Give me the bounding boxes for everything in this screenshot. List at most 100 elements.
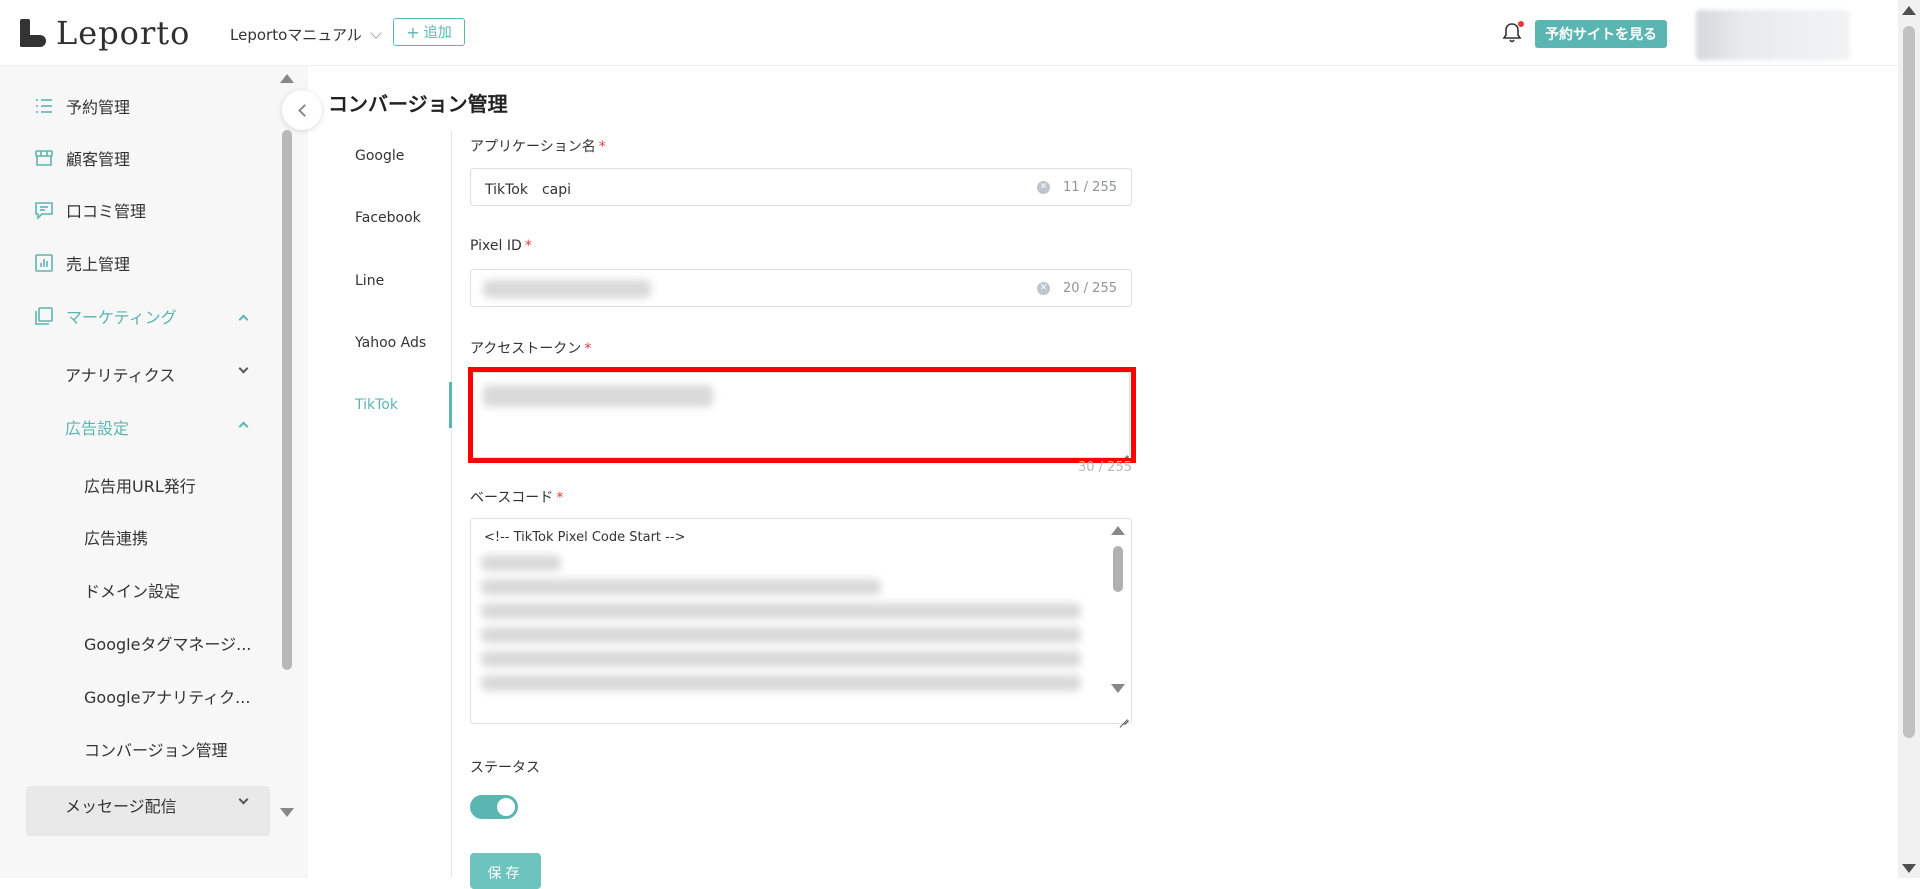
app-name-value: TikTok capi xyxy=(485,182,572,198)
scroll-up-arrow-icon[interactable] xyxy=(1902,6,1916,15)
highlight-box xyxy=(468,367,1136,463)
plus-icon: + xyxy=(406,22,420,42)
sidebar-item-label: アナリティクス xyxy=(65,366,176,385)
app-name-label: アプリケーション名 * xyxy=(470,139,606,155)
chart-icon xyxy=(35,254,53,272)
sidebar-item-label: メッセージ配信 xyxy=(65,797,177,816)
store-icon xyxy=(35,150,53,166)
sidebar-item-customers[interactable]: 顧客管理 xyxy=(34,146,130,170)
sidebar-item-ad-integration[interactable]: 広告連携 xyxy=(84,525,148,549)
resize-handle-icon[interactable] xyxy=(1119,711,1129,721)
redacted-code xyxy=(481,579,881,595)
sidebar: 予約管理 顧客管理 口コミ管理 売上管理 マーケティング アナリティクス 広告設… xyxy=(0,66,308,878)
sidebar-item-label: 口コミ管理 xyxy=(66,202,147,221)
required-mark: * xyxy=(598,139,606,155)
tab-facebook[interactable]: Facebook xyxy=(355,210,421,226)
tab-tiktok[interactable]: TikTok xyxy=(355,397,398,413)
marketing-icon xyxy=(35,307,53,325)
comment-icon xyxy=(35,202,53,220)
page-scrollbar[interactable] xyxy=(1898,0,1920,878)
site-selector[interactable]: Leportoマニュアル xyxy=(230,24,382,45)
required-mark: * xyxy=(524,238,532,254)
status-toggle[interactable] xyxy=(470,795,518,819)
sidebar-item-label: マーケティング xyxy=(66,308,177,327)
sidebar-item-label: 予約管理 xyxy=(66,98,131,117)
char-count: 30 / 255 xyxy=(1078,460,1132,475)
page-title: コンバージョン管理 xyxy=(328,92,508,116)
sidebar-item-ad-url[interactable]: 広告用URL発行 xyxy=(84,473,196,497)
sidebar-item-reservations[interactable]: 予約管理 xyxy=(34,94,130,118)
app-name-input[interactable]: TikTok capi ✕ 11 / 255 xyxy=(470,168,1132,206)
add-button-label: 追加 xyxy=(423,25,452,41)
pixel-id-input[interactable]: ✕ 20 / 255 xyxy=(470,269,1132,307)
leporto-logo[interactable]: Leporto xyxy=(18,14,190,52)
notification-dot xyxy=(1518,21,1524,27)
scroll-down-arrow-icon[interactable] xyxy=(1902,864,1916,873)
char-count: 11 / 255 xyxy=(1063,180,1117,195)
list-icon xyxy=(36,99,52,113)
sidebar-item-conversion-management[interactable]: コンバージョン管理 xyxy=(84,737,228,761)
sidebar-item-message-delivery[interactable]: メッセージ配信 xyxy=(65,793,177,817)
required-mark: * xyxy=(584,341,592,357)
required-mark: * xyxy=(556,490,564,506)
sidebar-item-label: コンバージョン管理 xyxy=(84,741,228,760)
site-selector-label: Leportoマニュアル xyxy=(230,26,362,44)
char-count: 20 / 255 xyxy=(1063,281,1117,296)
sidebar-scrollbar[interactable] xyxy=(280,72,294,826)
base-code-first-line: <!-- TikTok Pixel Code Start --> xyxy=(484,530,686,545)
sidebar-item-marketing[interactable]: マーケティング xyxy=(34,304,177,328)
redacted-code xyxy=(481,603,1081,619)
logo-text: Leporto xyxy=(56,14,191,52)
toggle-knob xyxy=(497,798,515,816)
scroll-up-arrow-icon[interactable] xyxy=(1111,526,1125,535)
add-button[interactable]: + 追加 xyxy=(393,18,465,46)
redacted-code xyxy=(481,555,561,571)
base-code-textarea[interactable] xyxy=(470,518,1132,724)
sidebar-item-ad-settings[interactable]: 広告設定 xyxy=(65,415,129,439)
sidebar-scroll-thumb[interactable] xyxy=(282,130,292,670)
user-account-menu[interactable] xyxy=(1696,10,1850,60)
redacted-code xyxy=(481,651,1081,667)
sidebar-item-google-tag-manager[interactable]: Googleタグマネージ... xyxy=(84,631,251,655)
tab-google[interactable]: Google xyxy=(355,148,404,164)
pixel-id-label: Pixel ID * xyxy=(470,238,532,254)
sidebar-item-sales[interactable]: 売上管理 xyxy=(34,251,130,275)
conversion-tabs: Google Facebook Line Yahoo Ads TikTok xyxy=(340,130,452,878)
page-scroll-thumb[interactable] xyxy=(1903,26,1915,738)
sidebar-item-label: ドメイン設定 xyxy=(84,582,181,601)
base-code-scrollbar[interactable] xyxy=(1110,522,1126,698)
tab-yahoo-ads[interactable]: Yahoo Ads xyxy=(355,335,426,351)
sidebar-item-reviews[interactable]: 口コミ管理 xyxy=(34,198,146,222)
collapse-sidebar-button[interactable] xyxy=(282,90,322,130)
clear-icon[interactable]: ✕ xyxy=(1037,282,1050,295)
notification-bell-icon[interactable] xyxy=(1502,21,1524,44)
redacted-code xyxy=(481,675,1081,691)
scroll-down-arrow-icon[interactable] xyxy=(1111,684,1125,693)
sidebar-item-label: 広告連携 xyxy=(84,529,149,548)
base-code-label: ベースコード * xyxy=(470,490,564,506)
clear-icon[interactable]: ✕ xyxy=(1037,181,1050,194)
base-code-scroll-thumb[interactable] xyxy=(1113,546,1123,592)
sidebar-item-label: 広告設定 xyxy=(65,419,130,438)
save-button[interactable]: 保存 xyxy=(470,853,541,889)
sidebar-item-label: 広告用URL発行 xyxy=(84,477,196,496)
logo-mark-icon xyxy=(18,17,48,49)
chevron-down-icon[interactable] xyxy=(238,363,249,374)
status-label: ステータス xyxy=(470,760,540,776)
sidebar-item-label: Googleタグマネージ... xyxy=(84,635,252,654)
sidebar-item-label: 顧客管理 xyxy=(66,150,131,169)
active-tab-indicator xyxy=(449,382,452,428)
scroll-down-arrow-icon[interactable] xyxy=(280,808,294,817)
view-reservation-site-button[interactable]: 予約サイトを見る xyxy=(1535,20,1667,48)
sidebar-item-label: 売上管理 xyxy=(66,255,131,274)
sidebar-item-google-analytics[interactable]: Googleアナリティク... xyxy=(84,684,250,708)
scroll-up-arrow-icon[interactable] xyxy=(280,74,294,83)
sidebar-item-domain-settings[interactable]: ドメイン設定 xyxy=(84,578,180,602)
chevron-up-icon[interactable] xyxy=(238,314,249,325)
top-bar: Leporto Leportoマニュアル + 追加 予約サイトを見る xyxy=(0,0,1898,66)
redacted-code xyxy=(481,627,1081,643)
chevron-up-icon[interactable] xyxy=(238,421,249,432)
tab-line[interactable]: Line xyxy=(355,273,384,289)
sidebar-item-analytics[interactable]: アナリティクス xyxy=(65,362,175,386)
redacted-value xyxy=(483,280,651,298)
